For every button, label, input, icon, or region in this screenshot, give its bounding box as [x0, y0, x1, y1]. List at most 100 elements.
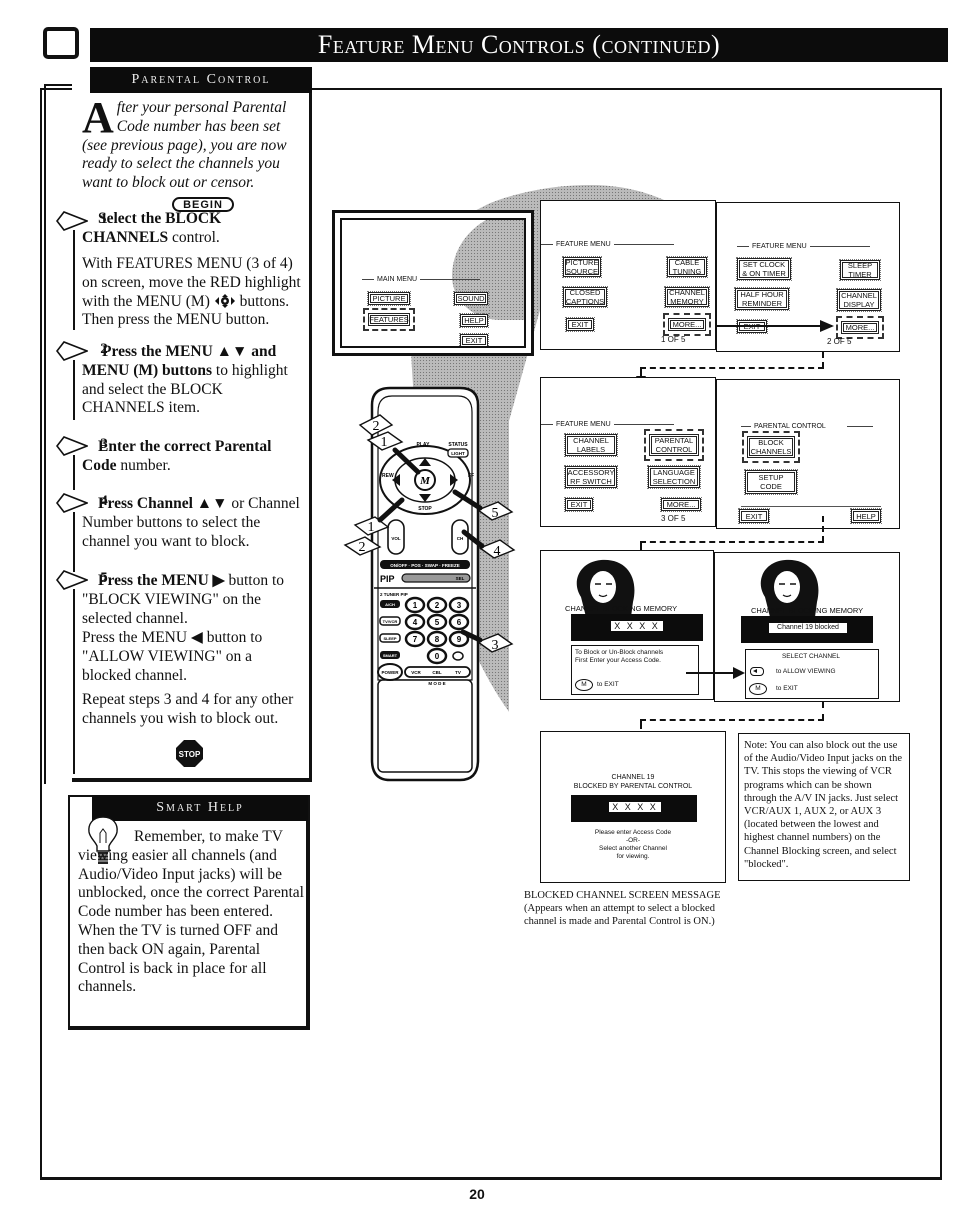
blocking-memory-title: CHANNEL BLOCKING MEMORY: [751, 606, 864, 615]
stop-sign-icon: STOP: [176, 740, 203, 767]
mode-buttons[interactable]: VCR CBL TV: [404, 666, 471, 678]
menu-btn-exit[interactable]: EXIT: [564, 497, 594, 512]
smart-help-text: Remember, to make TV viewing easier all …: [78, 828, 306, 997]
dropcap: A: [82, 93, 114, 142]
screen-parental-control-menu: PARENTAL CONTROL BLOCK CHANNELS SETUP CO…: [716, 379, 900, 529]
tv-main-menu: MAIN MENU PICTURE FEATURES SOUND HELP EX…: [332, 210, 534, 356]
callout-4: 4: [478, 539, 516, 559]
power-button[interactable]: POWER: [377, 663, 403, 681]
stop-sign-text: STOP: [179, 750, 201, 759]
divider: [741, 506, 881, 507]
key-8: 8: [435, 635, 440, 644]
smart-help-text-2: When the TV is turned OFF and then back …: [78, 921, 279, 996]
tuner-label: 2 TUNER PIP: [380, 592, 408, 597]
menu-btn-block-channels[interactable]: BLOCK CHANNELS: [742, 431, 800, 463]
mode-label: M O D E: [428, 681, 445, 686]
menu-btn-picture[interactable]: PICTURE: [367, 291, 411, 306]
menu-btn-parental-control[interactable]: PARENTAL CONTROL: [644, 429, 704, 461]
header-square-icon: [43, 27, 79, 59]
menu-btn-closed-captions[interactable]: CLOSED CAPTIONS: [562, 286, 608, 308]
menu-btn-features[interactable]: FEATURES: [363, 308, 415, 331]
flow-arrow-head: [733, 667, 745, 679]
key-9: 9: [457, 635, 462, 644]
callout-5: 5: [476, 501, 514, 521]
menu-btn-accessory-rf-switch[interactable]: ACCESSORY RF SWITCH: [564, 465, 618, 489]
ch-rocker[interactable]: CH: [451, 519, 469, 555]
menu-btn-help[interactable]: HELP: [850, 508, 882, 524]
flow-connector: [640, 367, 824, 369]
rew-label: REW: [382, 473, 394, 479]
menu-btn-more[interactable]: MORE...: [660, 497, 702, 512]
menu-nav-icon: [214, 293, 235, 308]
page-title-text: Feature Menu Controls (continued): [317, 30, 721, 59]
menu-btn-exit[interactable]: EXIT: [565, 317, 595, 332]
vol-rocker[interactable]: VOL: [387, 519, 405, 555]
flow-arrow-line: [686, 672, 736, 674]
step-1-line: [73, 230, 75, 330]
feature-menu-3-label-text: FEATURE MENU: [556, 421, 611, 428]
menu-btn-more[interactable]: MORE...: [663, 313, 711, 336]
step-5-text: Press the MENU ▶ button to "BLOCK VIEWIN…: [82, 572, 307, 628]
callout-number: 3: [492, 638, 499, 653]
callout-3: 3: [476, 633, 514, 653]
flow-connector: [822, 352, 824, 368]
page-indicator: 3 OF 5: [661, 514, 686, 523]
frame-notch-line: [44, 84, 72, 86]
m-key-icon: M: [749, 683, 767, 695]
info-text: To Block or Un-Block channels First Ente…: [575, 649, 664, 664]
page-title: Feature Menu Controls (continued): [90, 28, 948, 62]
status-label: STATUS: [448, 442, 468, 448]
flow-arrow-head: [820, 320, 834, 332]
main-menu-label-text: MAIN MENU: [377, 276, 418, 283]
smart-help-title: Smart Help: [92, 795, 308, 821]
flow-connector: [640, 719, 824, 721]
menu-btn-channel-display[interactable]: CHANNEL DISPLAY: [836, 288, 882, 312]
blocked-channel-line2: BLOCKED BY PARENTAL CONTROL: [573, 783, 693, 790]
feature-menu-2-label-text: FEATURE MENU: [752, 243, 807, 250]
main-menu-label: MAIN MENU: [362, 276, 481, 283]
section-title-text: Parental Control: [131, 72, 271, 87]
info-box: To Block or Un-Block channels First Ente…: [571, 645, 699, 695]
step-5-line: [73, 589, 75, 774]
page-indicator: 1 OF 5: [661, 335, 686, 344]
menu-btn-setup-code[interactable]: SETUP CODE: [744, 469, 798, 495]
step-1-detail: With FEATURES MENU (3 of 4) on screen, m…: [82, 255, 308, 330]
key-5: 5: [435, 618, 440, 627]
menu-btn-exit[interactable]: EXIT: [459, 333, 489, 346]
mode-tv: TV: [455, 670, 461, 675]
callout-number: 2: [373, 419, 380, 434]
m-key-icon: M: [575, 679, 593, 691]
parental-menu-label: PARENTAL CONTROL: [741, 423, 873, 430]
menu-btn-set-clock[interactable]: SET CLOCK & ON TIMER: [736, 257, 792, 281]
code-field: X X X X: [609, 802, 661, 812]
menu-btn-channel-memory[interactable]: CHANNEL MEMORY: [664, 286, 710, 308]
blocked-prompt: Please enter Access Code -OR- Select ano…: [541, 829, 725, 861]
menu-btn-exit[interactable]: EXIT: [738, 508, 770, 524]
screen-blocked-message: CHANNEL 19 BLOCKED BY PARENTAL CONTROL X…: [540, 731, 726, 883]
key-4: 4: [413, 618, 418, 627]
menu-btn-channel-labels[interactable]: CHANNEL LABELS: [564, 433, 618, 457]
menu-btn-more[interactable]: MORE...: [836, 316, 884, 339]
side-key-sleep: SLEEP: [383, 636, 396, 641]
select-box: SELECT CHANNEL to ALLOW VIEWING M to EXI…: [745, 649, 879, 699]
step-4-text: Press Channel ▲▼ or Channel Number butto…: [82, 495, 308, 551]
pip-sel-label: SEL: [456, 576, 465, 581]
ch-label: CH: [457, 536, 464, 541]
menu-btn-half-hour-reminder[interactable]: HALF HOUR REMINDER: [734, 287, 790, 311]
prompt-line1: Please enter Access Code: [594, 829, 672, 836]
side-key-tv-vcr: TV/VCR: [383, 619, 398, 624]
menu-btn-help[interactable]: HELP: [459, 313, 489, 328]
power-label: POWER: [381, 670, 399, 675]
prompt-line3: for viewing.: [616, 853, 650, 860]
key-6: 6: [457, 618, 462, 627]
menu-btn-sleep-timer[interactable]: SLEEP TIMER: [839, 259, 881, 281]
menu-btn-cable-tuning[interactable]: CABLE TUNING: [666, 256, 708, 278]
menu-btn-picture-source[interactable]: PICTURE SOURCE: [562, 256, 602, 278]
play-label: PLAY: [417, 442, 431, 448]
menu-btn-language-selection[interactable]: LANGUAGE SELECTION: [647, 465, 701, 489]
menu-btn-sound[interactable]: SOUND: [453, 291, 489, 306]
screen-feature-menu-2: FEATURE MENU SET CLOCK & ON TIMER HALF H…: [716, 202, 900, 352]
caption-text: (Appears when an attempt to select a blo…: [524, 903, 715, 927]
callout-number: 1: [381, 435, 388, 450]
page-indicator: 2 OF 5: [827, 337, 852, 346]
